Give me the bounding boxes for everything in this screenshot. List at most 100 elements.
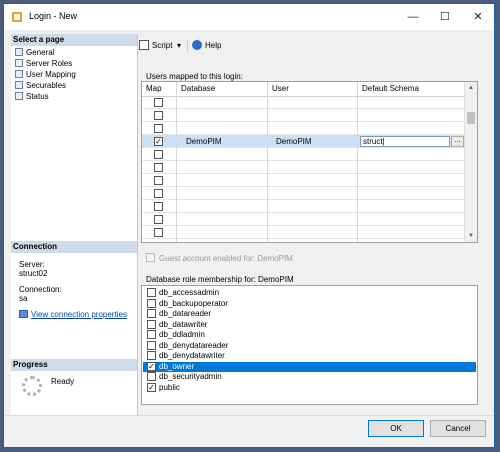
role-label: db_datawriter [159, 319, 208, 329]
role-label: db_ddladmin [159, 330, 205, 339]
guest-account-checkbox: Guest account enabled for: DemoPIM [146, 253, 293, 263]
login-dialog: Login - New — ☐ ✕ Select a page General S… [3, 3, 495, 448]
guest-label: Guest account enabled for: DemoPIM [159, 254, 293, 263]
role-item-db-datareader[interactable]: db_datareader [143, 309, 476, 319]
col-database: Database [181, 84, 216, 93]
role-checkbox[interactable] [147, 340, 156, 350]
role-item-db-securityadmin[interactable]: db_securityadmin [143, 372, 476, 382]
role-item-db-datawriter[interactable]: db_datawriter [143, 319, 476, 330]
role-checkbox[interactable]: ✓ [147, 361, 156, 371]
grid-divider [176, 82, 177, 242]
role-checkbox[interactable] [147, 319, 156, 329]
grid-divider [357, 82, 358, 242]
view-connection-properties-link[interactable]: View connection properties [19, 310, 127, 319]
role-item-public[interactable]: ✓ public [143, 382, 476, 393]
login-icon [12, 12, 22, 22]
progress-header: Progress [11, 359, 137, 371]
role-checkbox[interactable]: ✓ [147, 382, 156, 392]
col-default-schema: Default Schema [362, 84, 419, 93]
role-checkbox[interactable] [147, 298, 156, 308]
default-schema-input[interactable]: struct| [360, 136, 450, 147]
cancel-button[interactable]: Cancel [430, 420, 486, 437]
script-label: Script [152, 41, 173, 50]
close-button[interactable]: ✕ [462, 4, 494, 30]
map-checkbox[interactable]: ✓ [154, 137, 163, 146]
table-row[interactable] [142, 122, 465, 135]
connection-value: sa [19, 294, 28, 303]
page-label: Securables [26, 81, 67, 90]
role-item-db-accessadmin[interactable]: db_accessadmin [143, 288, 476, 298]
col-user: User [272, 84, 289, 93]
help-label: Help [205, 41, 222, 50]
table-row[interactable]: ✓ DemoPIM DemoPIM struct|... [142, 135, 465, 148]
role-label: db_datareader [159, 309, 212, 318]
table-row[interactable] [142, 187, 465, 200]
grid-scrollbar[interactable]: ▲ ▼ [464, 82, 477, 242]
maximize-button[interactable]: ☐ [429, 4, 461, 30]
progress-status: Ready [51, 377, 75, 386]
grid-header: Map Database User Default Schema [142, 82, 465, 97]
role-item-db-backupoperator[interactable]: db_backupoperator [143, 298, 476, 309]
map-checkbox[interactable] [154, 176, 163, 185]
view-connection-label: View connection properties [31, 310, 127, 319]
role-checkbox[interactable] [147, 351, 156, 360]
script-dropdown-arrow[interactable]: ▾ [177, 38, 181, 54]
window-title: Login - New [29, 11, 78, 21]
server-value: struct02 [19, 269, 48, 278]
role-label: public [159, 382, 180, 392]
toolbar-separator [187, 40, 188, 52]
map-checkbox[interactable] [154, 215, 163, 224]
col-map: Map [146, 84, 162, 93]
page-item-general[interactable]: General [15, 47, 54, 58]
page-item-server-roles[interactable]: Server Roles [15, 58, 72, 69]
table-row[interactable] [142, 148, 465, 161]
role-item-db-denydatareader[interactable]: db_denydatareader [143, 340, 476, 351]
database-cell: DemoPIM [186, 137, 222, 146]
guest-checkbox-box [146, 253, 155, 262]
map-checkbox[interactable] [154, 202, 163, 211]
table-row[interactable] [142, 161, 465, 174]
script-button[interactable]: Script [139, 38, 172, 54]
table-row[interactable] [142, 96, 465, 109]
table-row[interactable] [142, 213, 465, 226]
browse-schema-button[interactable]: ... [451, 136, 464, 147]
scroll-thumb[interactable] [467, 112, 475, 124]
role-item-db-owner[interactable]: ✓ db_owner [143, 361, 476, 372]
map-checkbox[interactable] [154, 150, 163, 159]
table-row[interactable] [142, 226, 465, 239]
role-label: db_denydatareader [159, 340, 229, 350]
scroll-up-icon[interactable]: ▲ [465, 82, 477, 94]
map-checkbox[interactable] [154, 163, 163, 172]
map-checkbox[interactable] [154, 228, 163, 237]
role-checkbox[interactable] [147, 330, 156, 339]
help-button[interactable]: Help [192, 38, 221, 54]
map-checkbox[interactable] [154, 98, 163, 107]
role-item-db-ddladmin[interactable]: db_ddladmin [143, 330, 476, 340]
page-item-securables[interactable]: Securables [15, 80, 66, 91]
page-label: General [26, 48, 55, 57]
table-row[interactable] [142, 200, 465, 213]
table-row[interactable] [142, 109, 465, 122]
role-checkbox[interactable] [147, 288, 156, 297]
table-row[interactable] [142, 174, 465, 187]
page-label: Status [26, 92, 49, 101]
ok-button[interactable]: OK [368, 420, 424, 437]
grid-divider [267, 82, 268, 242]
role-membership-label: Database role membership for: DemoPIM [146, 275, 294, 284]
role-checkbox[interactable] [147, 309, 156, 318]
page-icon [15, 48, 23, 56]
page-label: Server Roles [26, 59, 73, 68]
map-checkbox[interactable] [154, 124, 163, 133]
page-item-user-mapping[interactable]: User Mapping [15, 69, 76, 80]
select-page-header: Select a page [11, 34, 137, 46]
connection-header: Connection [11, 241, 137, 253]
role-checkbox[interactable] [147, 372, 156, 381]
minimize-button[interactable]: — [397, 4, 429, 30]
role-label: db_backupoperator [159, 298, 228, 308]
page-item-status[interactable]: Status [15, 91, 49, 102]
user-mapping-grid: Map Database User Default Schema ✓ DemoPI… [141, 81, 478, 243]
scroll-down-icon[interactable]: ▼ [465, 230, 477, 242]
map-checkbox[interactable] [154, 111, 163, 120]
role-item-db-denydatawriter[interactable]: db_denydatawriter [143, 351, 476, 361]
map-checkbox[interactable] [154, 189, 163, 198]
